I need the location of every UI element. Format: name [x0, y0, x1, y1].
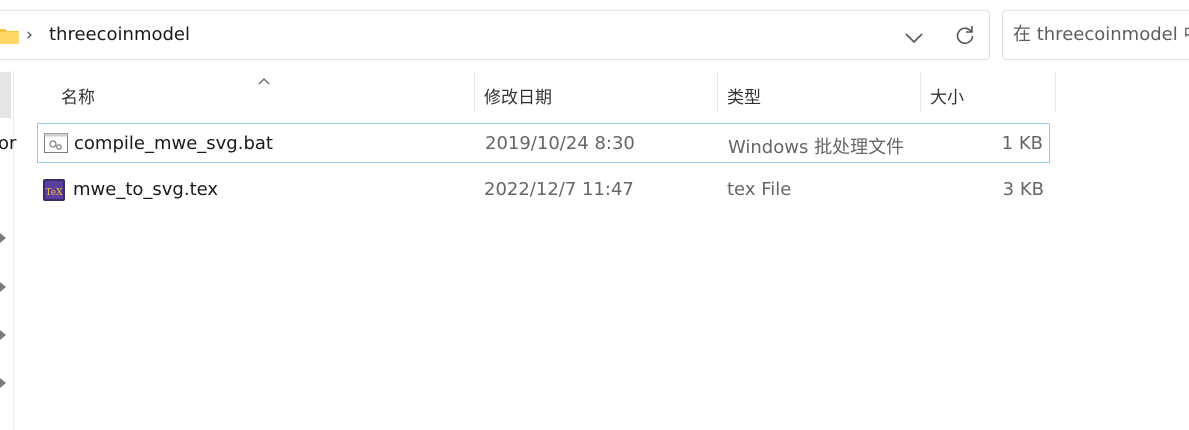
chevron-down-icon[interactable]	[905, 29, 923, 48]
address-bar[interactable]: › threecoinmodel	[0, 10, 990, 60]
tex-file-icon: TeX	[43, 179, 65, 205]
file-size: 3 KB	[1002, 179, 1044, 200]
column-divider[interactable]	[1055, 72, 1056, 112]
expand-chevron-icon[interactable]	[0, 378, 6, 388]
column-divider[interactable]	[474, 72, 475, 112]
breadcrumb-item[interactable]: threecoinmodel	[49, 24, 190, 45]
column-divider[interactable]	[717, 72, 718, 112]
file-date: 2022/12/7 11:47	[484, 179, 634, 200]
sort-ascending-icon	[258, 70, 270, 89]
batch-file-icon	[44, 133, 68, 157]
folder-icon	[0, 26, 19, 48]
chevron-right-icon: ›	[26, 25, 33, 45]
expand-chevron-icon[interactable]	[0, 282, 6, 292]
file-size: 1 KB	[1001, 133, 1043, 154]
file-type: tex File	[727, 179, 792, 200]
expand-chevron-icon[interactable]	[0, 330, 6, 340]
search-box[interactable]	[1002, 10, 1189, 60]
file-row[interactable]: compile_mwe_svg.bat 2019/10/24 8:30 Wind…	[37, 123, 1050, 163]
expand-chevron-icon[interactable]	[0, 233, 6, 243]
column-header-date[interactable]: 修改日期	[484, 83, 552, 108]
nav-item-label[interactable]: or	[0, 133, 16, 154]
column-divider[interactable]	[920, 72, 921, 112]
search-input[interactable]	[1013, 24, 1189, 45]
column-header-type[interactable]: 类型	[727, 83, 761, 108]
file-name: compile_mwe_svg.bat	[74, 133, 273, 154]
file-row[interactable]: TeX mwe_to_svg.tex 2022/12/7 11:47 tex F…	[37, 170, 1050, 210]
file-name: mwe_to_svg.tex	[73, 179, 219, 200]
svg-text:TeX: TeX	[45, 188, 63, 198]
nav-selected-item[interactable]	[0, 72, 11, 118]
navigation-pane[interactable]	[0, 70, 14, 430]
file-date: 2019/10/24 8:30	[485, 133, 635, 154]
column-header-name[interactable]: 名称	[61, 83, 95, 108]
file-type: Windows 批处理文件	[728, 137, 905, 158]
column-header-size[interactable]: 大小	[930, 83, 964, 108]
refresh-icon[interactable]	[955, 25, 975, 49]
